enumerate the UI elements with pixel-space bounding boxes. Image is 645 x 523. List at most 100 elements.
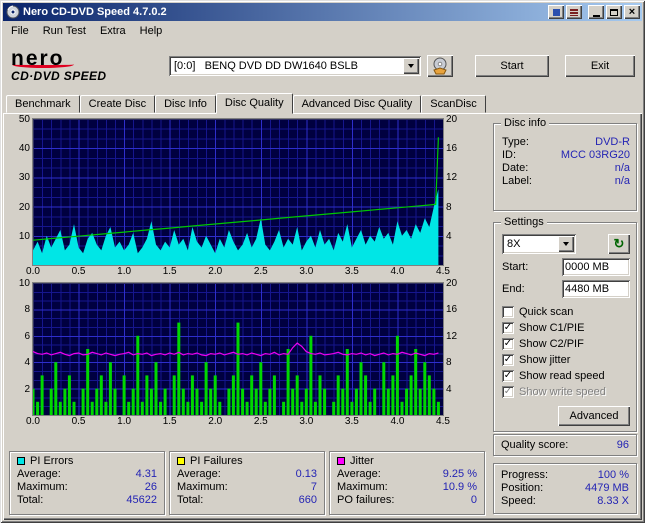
tab-disc-quality[interactable]: Disc Quality <box>215 93 293 114</box>
stat-row: Maximum: 10.9 % <box>337 481 477 493</box>
stat-row: Average: 0.13 <box>177 468 317 480</box>
drive-selector-value: [0:0] BENQ DVD DD DW1640 BSLB <box>174 60 359 72</box>
speed-selector[interactable]: 8X <box>502 234 576 254</box>
settings-group: Settings 8X ↻ Start: End: <box>493 216 637 432</box>
checkbox-show-read-speed[interactable]: ✓ Show read speed <box>502 368 630 383</box>
checkbox-show-c2-pif[interactable]: ✓ Show C2/PIF <box>502 336 630 351</box>
stat-value: 7 <box>310 481 317 493</box>
start-field[interactable] <box>562 258 630 276</box>
checkbox-box[interactable]: ✓ <box>502 385 514 398</box>
tab-page-disc-quality: 50 40 30 20 10 20 16 12 8 4 0.0 0.5 1.0 1.5 2.0 2.5 3.… <box>3 113 642 520</box>
menu-item-extra[interactable]: Extra <box>93 23 133 39</box>
tab-scandisc[interactable]: ScanDisc <box>421 95 486 113</box>
end-field[interactable] <box>562 280 630 298</box>
tab-benchmark[interactable]: Benchmark <box>6 95 80 113</box>
y-axis-tick: 8 <box>446 201 452 213</box>
x-axis-tick: 4.0 <box>390 266 405 277</box>
drive-selector[interactable]: [0:0] BENQ DVD DD DW1640 BSLB <box>169 56 421 76</box>
titlebar-extra-button-1[interactable] <box>548 5 564 19</box>
checkbox-show-write-speed[interactable]: ✓ Show write speed <box>502 384 630 399</box>
x-axis-tick: 0.5 <box>71 416 86 427</box>
x-axis-tick: 3.5 <box>344 266 359 277</box>
progress-value: 4479 MB <box>584 482 629 494</box>
progress-label: Progress: <box>501 469 549 481</box>
end-field-label: End: <box>502 283 525 295</box>
tab-advanced-disc-quality[interactable]: Advanced Disc Quality <box>292 95 422 113</box>
refresh-button[interactable]: ↻ <box>608 234 630 254</box>
stat-row: Total: 45622 <box>17 494 157 506</box>
disc-info-label: ID: <box>502 149 517 161</box>
checkbox-box[interactable] <box>502 305 514 318</box>
checkbox-box[interactable]: ✓ <box>502 337 514 350</box>
speed-selector-value: 8X <box>507 238 521 250</box>
y-axis-tick: 50 <box>18 114 30 125</box>
chart1-right-axis: 20 16 12 8 4 <box>443 114 463 265</box>
legend-color-icon <box>337 457 345 465</box>
y-axis-tick: 4 <box>24 357 30 369</box>
tab-disc-info[interactable]: Disc Info <box>155 95 216 113</box>
x-axis-tick: 4.0 <box>390 416 405 427</box>
stat-head: Jitter <box>337 455 477 467</box>
checkbox-label: Show write speed <box>519 385 606 398</box>
y-axis-tick: 4 <box>446 383 452 395</box>
chart2-right-axis: 20 16 12 8 4 <box>443 278 463 415</box>
minimize-button[interactable] <box>588 5 604 19</box>
checkbox-box[interactable]: ✓ <box>502 321 514 334</box>
stat-title: PI Failures <box>190 455 243 467</box>
x-axis-tick: 0.5 <box>71 266 86 277</box>
stat-label: PO failures: <box>337 494 395 506</box>
checkbox-box[interactable]: ✓ <box>502 353 514 366</box>
x-axis-tick: 0.0 <box>26 266 40 277</box>
legend-color-icon <box>17 457 25 465</box>
progress-row: Position: 4479 MB <box>501 482 629 494</box>
check-icon: ✓ <box>503 337 513 349</box>
y-axis-tick: 10 <box>18 278 30 289</box>
stat-panel-jitter: Jitter Average: 9.25 % Maximum: 10.9 % PO fai… <box>329 451 485 515</box>
checkbox-quick-scan[interactable]: Quick scan <box>502 304 630 319</box>
checkbox-box[interactable]: ✓ <box>502 369 514 382</box>
maximize-button[interactable] <box>606 5 622 19</box>
window-title: Nero CD-DVD Speed 4.7.0.2 <box>23 6 167 18</box>
menu-bar: File Run Test Extra Help <box>3 21 642 40</box>
stat-value: 4.31 <box>135 468 157 480</box>
hand-disc-icon <box>433 57 447 75</box>
disc-info-label: Date: <box>502 162 529 174</box>
quality-score-value: 96 <box>616 439 629 451</box>
cddvd-speed-logo-text: CD·DVD SPEED <box>11 69 107 83</box>
burn-disc-button[interactable] <box>427 55 453 77</box>
chevron-down-icon[interactable] <box>403 58 419 74</box>
charts-column: 50 40 30 20 10 20 16 12 8 4 0.0 0.5 1.0 1.5 2.0 2.5 3.… <box>9 114 487 515</box>
x-axis-tick: 4.5 <box>436 266 450 277</box>
menu-item-help[interactable]: Help <box>133 23 170 39</box>
stat-value: 10.9 % <box>442 481 477 493</box>
titlebar-extra-button-2[interactable] <box>566 5 582 19</box>
progress-row: Progress: 100 % <box>501 469 629 481</box>
speed-chevron-down-icon[interactable] <box>558 236 574 252</box>
checkbox-show-jitter[interactable]: ✓ Show jitter <box>502 352 630 367</box>
disc-info-value: n/a <box>614 175 630 187</box>
close-button[interactable]: × <box>624 5 640 19</box>
progress-value: 100 % <box>597 469 629 481</box>
exit-button[interactable]: Exit <box>565 55 635 77</box>
checkbox-show-c1-pie[interactable]: ✓ Show C1/PIE <box>502 320 630 335</box>
stat-label: Average: <box>17 468 61 480</box>
legend-color-icon <box>177 457 185 465</box>
start-button[interactable]: Start <box>475 55 549 77</box>
x-axis-tick: 2.0 <box>208 266 223 277</box>
close-icon: × <box>628 6 636 18</box>
stat-label: Average: <box>177 468 221 480</box>
settings-checkboxes: Quick scan ✓ Show C1/PIE ✓ Show C2/PIF ✓ Show … <box>502 304 630 399</box>
quality-score-label: Quality score: <box>501 439 569 451</box>
tab-create-disc[interactable]: Create Disc <box>79 95 156 113</box>
chart2: 10 8 6 4 2 20 16 12 8 4 <box>9 278 487 415</box>
menu-item-run-test[interactable]: Run Test <box>36 23 93 39</box>
advanced-button[interactable]: Advanced <box>558 406 630 426</box>
x-axis-tick: 3.0 <box>299 266 314 277</box>
y-axis-tick: 16 <box>446 304 458 316</box>
stat-panel-pi-failures: PI Failures Average: 0.13 Maximum: 7 Total: 66… <box>169 451 325 515</box>
stat-label: Maximum: <box>337 481 388 493</box>
title-bar[interactable]: Nero CD-DVD Speed 4.7.0.2 × <box>3 3 642 21</box>
menu-item-file[interactable]: File <box>4 23 36 39</box>
checkbox-label: Show jitter <box>519 353 571 366</box>
progress-label: Speed: <box>501 495 536 507</box>
